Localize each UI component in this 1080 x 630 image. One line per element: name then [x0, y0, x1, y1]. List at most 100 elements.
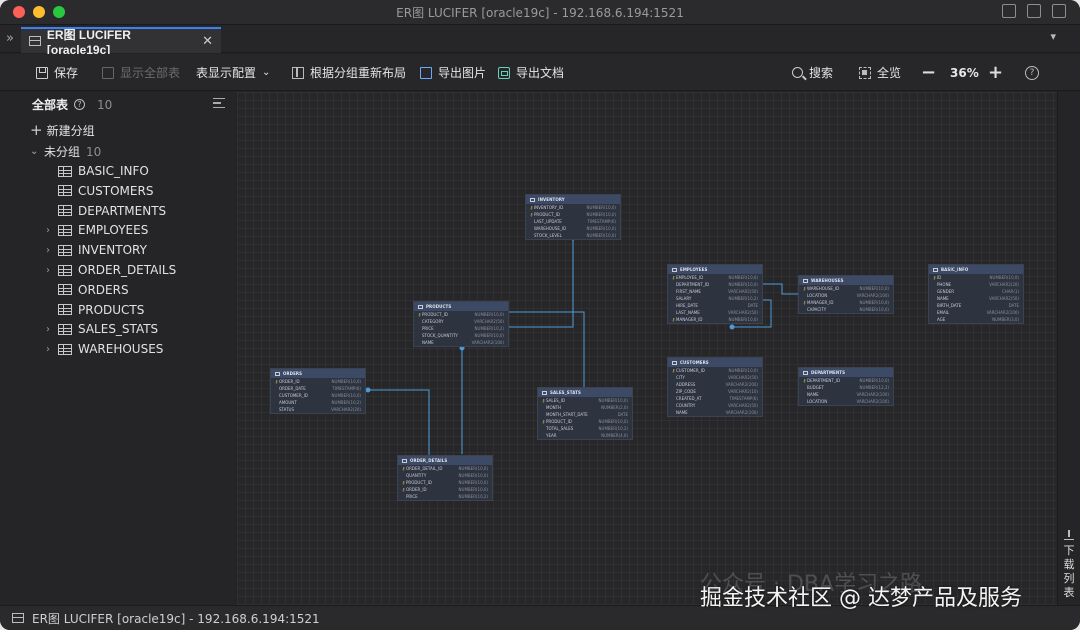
entity-inventory[interactable]: INVENTORY ⚷ INVENTORY_ID NUMBER(10,0) ⚷ PRODU… [525, 194, 621, 240]
column-type: NUMBER(10,0) [474, 312, 504, 317]
expand-caret-icon[interactable]: › [46, 245, 50, 256]
download-list-button[interactable]: 下载列表 [1062, 544, 1076, 600]
column-type: NUMBER(10,2) [331, 400, 361, 405]
column-name: STOCK_LEVEL [534, 233, 562, 238]
sidebar-item-table[interactable]: DEPARTMENTS [58, 204, 166, 218]
sidebar-item-table[interactable]: EMPLOYEES [58, 223, 148, 237]
window-controls [13, 6, 65, 18]
table-icon [933, 267, 938, 272]
tab-close-icon[interactable]: ✕ [202, 34, 213, 49]
column-name: CUSTOMER_ID [279, 393, 308, 398]
column-type: NUMBER(10,0) [859, 286, 889, 291]
expand-caret-icon[interactable]: › [46, 265, 50, 276]
entity-order-details[interactable]: ORDER_DETAILS ⚷ ORDER_DETAIL_ID NUMBER(10,0… [397, 455, 493, 501]
column-name: MANAGER_ID [807, 300, 834, 305]
sidebar-item-table[interactable]: SALES_STATS [58, 322, 158, 336]
entity-column: PRICE NUMBER(10,2) [398, 493, 492, 500]
sidebar-item-table[interactable]: ORDERS [58, 283, 129, 297]
zoom-in-button[interactable]: + [988, 54, 1003, 91]
sidebar-item-table[interactable]: BASIC_INFO [58, 164, 149, 178]
entity-column: LAST_UPDATE TIMESTAMP(6) [526, 218, 620, 225]
export-image-button[interactable]: 导出图片 [420, 54, 486, 91]
search-button[interactable]: 搜索 [792, 54, 833, 91]
sidebar: 全部表 ? 10 + 新建分组 ⌄ 未分组 10 BASIC_INFO CUSTO… [0, 92, 236, 605]
column-type: NUMBER(10,0) [458, 487, 488, 492]
help-icon[interactable]: ? [74, 99, 86, 110]
sidebar-item-table[interactable]: WAREHOUSES [58, 342, 163, 356]
column-type: NUMBER(10,0) [859, 300, 889, 305]
column-name: CATEGORY [422, 319, 444, 324]
table-label: CUSTOMERS [78, 183, 154, 198]
entity-orders[interactable]: ORDERS ⚷ ORDER_ID NUMBER(10,0) ORDER_DATE TIM… [270, 368, 366, 414]
entity-title: SALES_STATS [550, 390, 581, 395]
sidebar-item-table[interactable]: CUSTOMERS [58, 184, 153, 198]
column-name: ORDER_DATE [279, 386, 306, 391]
zoom-out-button[interactable]: − [921, 54, 936, 91]
entity-basic-info[interactable]: BASIC_INFO ⚷ ID NUMBER(10,0) PHONE VARCHAR2(2… [928, 264, 1024, 324]
expand-caret-icon[interactable]: › [46, 225, 50, 236]
sidebar-item-table[interactable]: INVENTORY [58, 243, 147, 257]
sidebar-item-table[interactable]: PRODUCTS [58, 303, 144, 317]
column-type: NUMBER(10,0) [474, 333, 504, 338]
column-name: LAST_UPDATE [534, 219, 562, 224]
save-button[interactable]: 保存 [36, 54, 78, 91]
sidebar-item-table[interactable]: ORDER_DETAILS [58, 263, 176, 277]
column-name: DEPARTMENT_ID [807, 378, 841, 383]
chevron-down-icon: ⌄ [262, 67, 271, 78]
table-icon [418, 304, 423, 309]
entity-column: ⚷ SALES_ID NUMBER(10,0) [538, 397, 632, 404]
entity-column: STOCK_LEVEL NUMBER(10,0) [526, 232, 620, 239]
expand-sidebar-icon[interactable]: » [6, 31, 14, 46]
tab-er-diagram[interactable]: ER图 LUCIFER [oracle19c] ✕ [21, 27, 221, 57]
expand-caret-icon[interactable]: › [46, 344, 50, 355]
expand-caret-icon[interactable]: › [46, 324, 50, 335]
entity-column: CITY VARCHAR2(50) [668, 374, 762, 381]
column-name: HIRE_DATE [676, 303, 698, 308]
toggle-bottom-panel-icon[interactable] [1027, 4, 1041, 18]
entity-column: ⚷ EMPLOYEE_ID NUMBER(10,0) [668, 274, 762, 281]
display-config-dropdown[interactable]: 表显示配置 ⌄ [196, 54, 270, 91]
entity-sales-stats[interactable]: SALES_STATS ⚷ SALES_ID NUMBER(10,0) MONTH NUM… [537, 387, 633, 440]
table-icon [58, 244, 72, 256]
entity-departments[interactable]: DEPARTMENTS ⚷ DEPARTMENT_ID NUMBER(10,0) BUD… [798, 367, 894, 406]
close-window-button[interactable] [13, 6, 25, 18]
new-group-button[interactable]: + 新建分组 [30, 121, 95, 139]
sort-icon[interactable] [213, 98, 225, 108]
column-name: TOTAL_SALES [546, 426, 574, 431]
entity-column: ⚷ ORDER_ID NUMBER(10,0) [398, 486, 492, 493]
help-button[interactable]: ? [1025, 54, 1039, 91]
toggle-right-panel-icon[interactable] [1052, 4, 1066, 18]
entity-column: ⚷ ORDER_DETAIL_ID NUMBER(10,0) [398, 465, 492, 472]
column-type: NUMBER(12,2) [859, 385, 889, 390]
show-all-tables-button[interactable]: 显示全部表 [102, 54, 180, 91]
entity-employees[interactable]: EMPLOYEES ⚷ EMPLOYEE_ID NUMBER(10,0) DEPARTM… [667, 264, 763, 324]
entity-warehouses[interactable]: WAREHOUSES ⚷ WAREHOUSE_ID NUMBER(10,0) LOCAT… [798, 275, 894, 314]
column-name: PRODUCT_ID [546, 419, 572, 424]
tab-list-chevron-down-icon[interactable]: ▾ [1050, 30, 1056, 43]
entity-column: NAME VARCHAR2(100) [414, 339, 508, 346]
entity-customers[interactable]: CUSTOMERS ⚷ CUSTOMER_ID NUMBER(10,0) CITY VAR… [667, 357, 763, 417]
table-icon [803, 278, 808, 283]
export-doc-button[interactable]: 导出文档 [498, 54, 564, 91]
entity-column: ⚷ MANAGER_ID NUMBER(10,0) [668, 316, 762, 323]
tab-label: ER图 LUCIFER [oracle19c] [46, 27, 131, 57]
toggle-left-panel-icon[interactable] [1002, 4, 1016, 18]
group-ungrouped[interactable]: ⌄ 未分组 10 [30, 143, 101, 160]
maximize-window-button[interactable] [53, 6, 65, 18]
column-name: CREATED_AT [676, 396, 702, 401]
entity-products[interactable]: PRODUCTS ⚷ PRODUCT_ID NUMBER(10,0) CATEGORY V… [413, 301, 509, 347]
column-type: NUMBER(10,0) [989, 275, 1019, 280]
fit-all-button[interactable]: 全览 [859, 54, 901, 91]
column-name: PRODUCT_ID [406, 480, 432, 485]
download-icon[interactable] [1064, 530, 1074, 540]
export-image-label: 导出图片 [438, 66, 487, 80]
minimize-window-button[interactable] [33, 6, 45, 18]
title-bar: ER图 LUCIFER [oracle19c] - 192.168.6.194:… [0, 0, 1080, 25]
entity-header: SALES_STATS [538, 388, 632, 397]
table-icon [58, 304, 72, 316]
column-type: VARCHAR2(50) [989, 296, 1019, 301]
column-name: ORDER_DETAIL_ID [406, 466, 443, 471]
column-type: NUMBER(10,0) [728, 317, 758, 322]
relayout-button[interactable]: 根据分组重新布局 [292, 54, 406, 91]
er-canvas[interactable]: INVENTORY ⚷ INVENTORY_ID NUMBER(10,0) ⚷ PRODU… [237, 92, 1057, 605]
